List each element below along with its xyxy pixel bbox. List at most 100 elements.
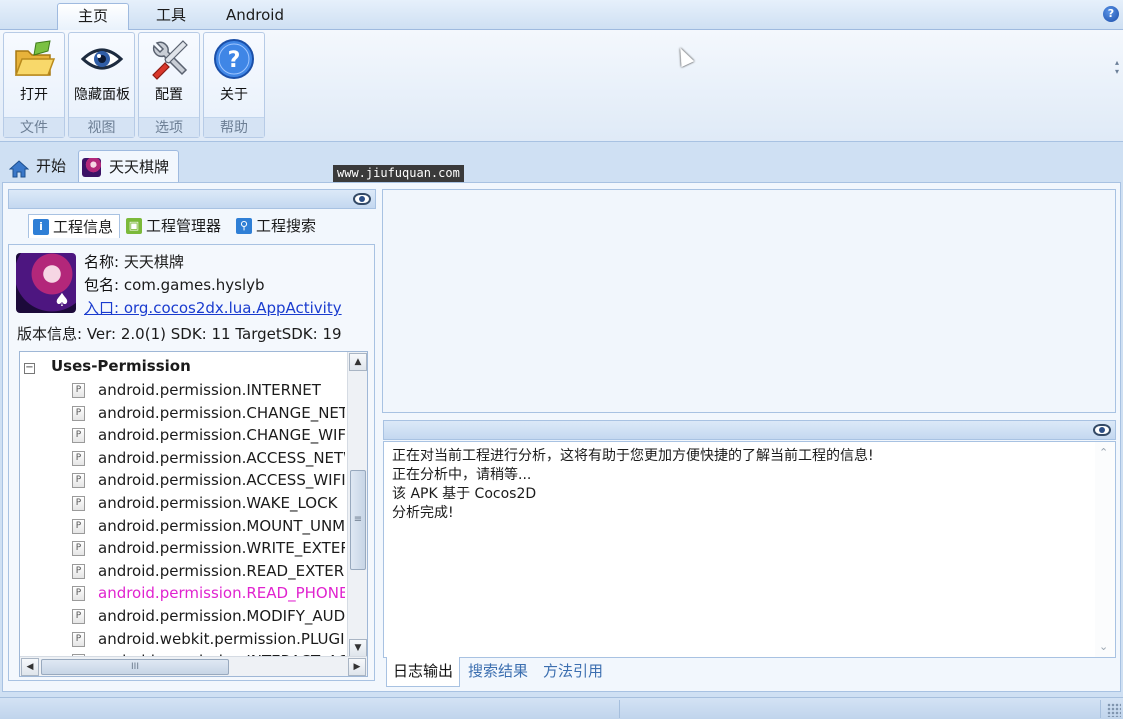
tab-android[interactable]: Android	[212, 3, 298, 30]
log-line: 分析完成!	[392, 505, 454, 521]
eye-icon	[80, 37, 124, 81]
permission-item[interactable]: Pandroid.webkit.permission.PLUGIN	[72, 628, 345, 651]
search-icon: ⚲	[236, 218, 252, 234]
app-package: com.games.hyslyb	[123, 276, 265, 294]
tab-tools[interactable]: 工具	[140, 3, 202, 30]
permission-label: android.permission.ACCESS_WIFI_	[98, 471, 345, 490]
project-info-panel: 名称: 天天棋牌 包名: com.games.hyslyb 入口: org.co…	[8, 244, 375, 681]
permission-item[interactable]: Pandroid.permission.WRITE_EXTERI	[72, 537, 345, 560]
resize-grip-icon[interactable]	[1107, 703, 1121, 717]
permission-item[interactable]: Pandroid.permission.MODIFY_AUDI	[72, 605, 345, 628]
scroll-down-arrow[interactable]: ▼	[349, 639, 367, 657]
help-icon[interactable]: ?	[1103, 6, 1119, 22]
permission-icon: P	[72, 450, 85, 466]
hide-panel-button[interactable]: 隐藏面板	[74, 35, 130, 119]
status-divider	[1100, 700, 1101, 718]
status-divider	[619, 700, 620, 718]
permission-item[interactable]: Pandroid.permission.READ_EXTERN	[72, 560, 345, 583]
tab-search-results[interactable]: 搜索结果	[462, 657, 534, 687]
scroll-up-arrow[interactable]: ▲	[349, 353, 367, 371]
permission-label: android.permission.MODIFY_AUDI	[98, 606, 345, 625]
tab-project-manager[interactable]: ▣ 工程管理器	[122, 214, 227, 238]
tab-project-search-label: 工程搜索	[256, 217, 317, 235]
left-subtab-bar: i 工程信息 ▣ 工程管理器 ⚲ 工程搜索	[8, 182, 376, 244]
permission-icon: P	[72, 495, 85, 511]
svg-text:?: ?	[228, 48, 241, 73]
editor-panel	[382, 189, 1116, 413]
permission-label: android.permission.INTERNET	[98, 381, 321, 399]
permission-item[interactable]: Pandroid.permission.READ_PHONE_	[72, 582, 345, 605]
group-label-options: 选项	[139, 117, 199, 137]
permission-label: android.permission.ACCESS_NETW	[98, 448, 345, 467]
config-button-label: 配置	[155, 87, 183, 103]
tab-project-info-label: 工程信息	[53, 218, 114, 236]
permission-tree: − Uses-Permission Pandroid.permission.INT…	[19, 351, 368, 677]
tab-project-manager-label: 工程管理器	[146, 217, 222, 235]
log-scrollbar[interactable]: ⌃ ⌄	[1095, 442, 1115, 657]
scroll-up-arrow[interactable]: ⌃	[1099, 446, 1108, 459]
open-button[interactable]: 打开	[6, 35, 62, 119]
permission-icon: P	[72, 563, 85, 579]
about-button-label: 关于	[220, 87, 248, 103]
eye-icon[interactable]	[1093, 424, 1111, 436]
scroll-down-arrow[interactable]: ⌄	[1099, 640, 1108, 653]
hscroll-thumb[interactable]: III	[41, 659, 229, 675]
scroll-thumb[interactable]: ≡	[350, 470, 366, 570]
permission-item[interactable]: Pandroid.permission.ACCESS_NETW	[72, 447, 345, 470]
watermark: www.jiufuquan.com	[333, 165, 464, 182]
permission-label: android.webkit.permission.PLUGIN	[98, 629, 345, 648]
tab-project[interactable]: 天天棋牌	[78, 150, 179, 184]
permission-item[interactable]: Pandroid.permission.CHANGE_NETW	[72, 402, 345, 425]
permission-icon: P	[72, 586, 85, 602]
permission-item[interactable]: Pandroid.permission.WAKE_LOCK	[72, 492, 345, 515]
permission-item[interactable]: Pandroid.permission.ACCESS_WIFI_	[72, 469, 345, 492]
tab-start[interactable]: 开始	[6, 150, 72, 184]
permission-icon: P	[72, 631, 85, 647]
permission-label: android.permission.CHANGE_NETW	[98, 403, 345, 422]
config-button[interactable]: 配置	[141, 35, 197, 119]
app-entry-link[interactable]: 入口: org.cocos2dx.lua.AppActivity	[84, 297, 342, 318]
log-output[interactable]: 正在对当前工程进行分析，这将有助于您更加方便快捷的了解当前工程的信息! 正在分析中…	[383, 441, 1116, 658]
about-button[interactable]: ? 关于	[206, 35, 262, 119]
ribbon-collapse-icon[interactable]: ▴ ▾	[1111, 58, 1123, 78]
group-label-file: 文件	[4, 117, 64, 137]
ribbon-body: ▴ ▾ 打开 文件 隐藏面板 视图 配置 选项 ? 关于 帮助	[0, 30, 1123, 142]
scroll-left-arrow[interactable]: ◀	[21, 658, 39, 676]
tab-method-references[interactable]: 方法引用	[537, 657, 609, 687]
log-text: 正在对当前工程进行分析，这将有助于您更加方便快捷的了解当前工程的信息! 正在分析中…	[392, 447, 874, 523]
tree-root[interactable]: − Uses-Permission	[24, 356, 191, 376]
permission-label: android.permission.READ_EXTERN	[98, 561, 345, 580]
tab-home[interactable]: 主页	[57, 3, 129, 30]
ribbon-tab-bar: 主页 工具 Android ?	[0, 0, 1123, 30]
tab-project-info[interactable]: i 工程信息	[28, 214, 120, 238]
permission-icon: P	[72, 541, 85, 557]
hide-panel-label: 隐藏面板	[74, 87, 130, 103]
horizontal-scrollbar[interactable]: ◀ III ▶	[20, 656, 367, 676]
group-label-help: 帮助	[204, 117, 264, 137]
app-name-label: 名称:	[84, 253, 120, 271]
tab-start-label: 开始	[36, 157, 67, 175]
vertical-scrollbar[interactable]: ▲ ≡ ▼	[347, 352, 367, 658]
info-icon: i	[33, 219, 49, 235]
permission-icon: P	[72, 518, 85, 534]
permission-item[interactable]: Pandroid.permission.MOUNT_UNM	[72, 515, 345, 538]
group-label-view: 视图	[69, 117, 134, 137]
permission-icon: P	[72, 473, 85, 489]
app-package-row: 包名: com.games.hyslyb	[84, 274, 265, 295]
ribbon-group-file: 打开 文件	[3, 32, 65, 138]
tab-project-search[interactable]: ⚲ 工程搜索	[232, 214, 324, 238]
permission-label: android.permission.MOUNT_UNM	[98, 516, 345, 535]
tab-project-label: 天天棋牌	[109, 158, 170, 176]
app-icon	[82, 158, 101, 177]
tab-log-output[interactable]: 日志输出	[386, 657, 461, 687]
permission-item[interactable]: Pandroid.permission.CHANGE_WIFI	[72, 424, 345, 447]
log-line: 该 APK 基于 Cocos2D	[392, 486, 537, 502]
permission-label: android.permission.READ_PHONE_	[98, 584, 345, 603]
permission-item[interactable]: Pandroid.permission.INTERNET	[72, 379, 345, 402]
scroll-right-arrow[interactable]: ▶	[348, 658, 366, 676]
help-icon: ?	[212, 37, 256, 81]
collapse-icon[interactable]: −	[24, 363, 35, 374]
ribbon-group-help: ? 关于 帮助	[203, 32, 265, 138]
permission-icon: P	[72, 383, 85, 398]
android-icon: ▣	[126, 218, 142, 234]
